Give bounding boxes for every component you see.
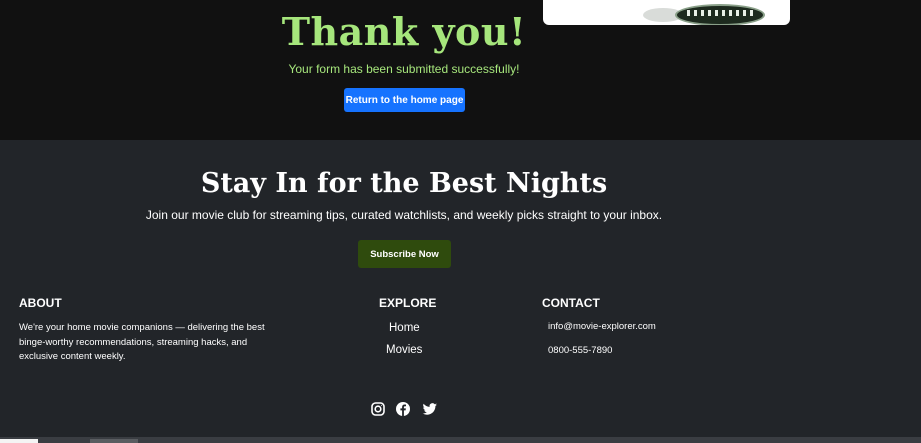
footer-link-movies[interactable]: Movies	[386, 344, 422, 356]
horizontal-scrollbar[interactable]	[0, 437, 921, 443]
footer-link-home[interactable]: Home	[389, 322, 420, 334]
explore-heading: EXPLORE	[379, 296, 437, 310]
newsletter-heading: Stay In for the Best Nights	[200, 168, 608, 199]
twitter-icon[interactable]	[422, 401, 438, 417]
contact-heading: CONTACT	[542, 296, 600, 310]
about-text: We're your home movie companions — deliv…	[19, 322, 265, 362]
about-heading: ABOUT	[19, 296, 62, 310]
thank-you-heading: Thank you!	[281, 9, 527, 54]
thank-you-section: Thank you! Your form has been submitted …	[0, 0, 921, 140]
scrollbar-thumb[interactable]	[90, 439, 138, 443]
instagram-icon[interactable]	[370, 401, 386, 417]
return-home-button[interactable]: Return to the home page	[344, 88, 465, 112]
contact-phone: 0800-555-7890	[548, 345, 613, 356]
facebook-icon[interactable]	[395, 401, 411, 417]
newsletter-description: Join our movie club for streaming tips, …	[145, 208, 663, 222]
subscribe-button[interactable]: Subscribe Now	[358, 240, 451, 268]
contact-email[interactable]: info@movie-explorer.com	[548, 321, 656, 332]
success-message: Your form has been submitted successfull…	[288, 62, 520, 76]
